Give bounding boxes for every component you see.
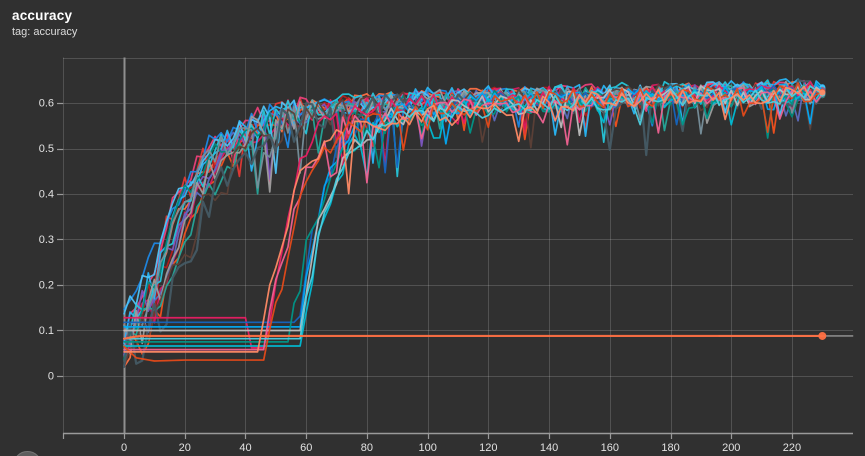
chart-title: accuracy [12,8,77,24]
chart-tag-subtitle: tag: accuracy [12,26,77,39]
accuracy-line-chart[interactable] [0,0,865,456]
chart-header: accuracy tag: accuracy [12,8,77,38]
tensorboard-chart-card: accuracy tag: accuracy [0,0,865,456]
